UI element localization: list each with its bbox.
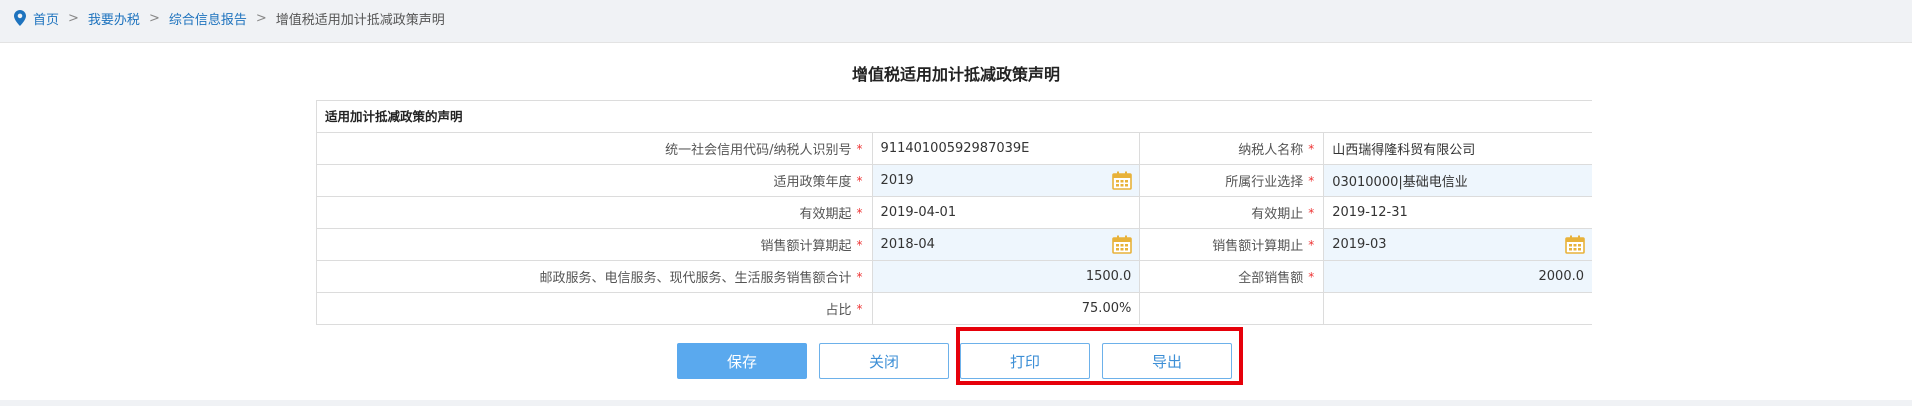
form-row: 占比 * 75.00% [317, 293, 1592, 325]
breadcrumb-tax-link[interactable]: 我要办税 [88, 9, 140, 28]
credit-code-label: 统一社会信用代码/纳税人识别号 [665, 143, 852, 158]
required-mark: * [1308, 141, 1315, 156]
field-label: 纳税人名称 * [1140, 133, 1325, 164]
field-label: 销售额计算期止 * [1140, 229, 1325, 260]
required-mark: * [856, 237, 863, 252]
calendar-icon[interactable] [1112, 171, 1133, 190]
save-button[interactable]: 保存 [677, 343, 807, 379]
highlight-box [956, 327, 1243, 385]
industry-select[interactable]: 03010000|基础电信业 [1324, 165, 1592, 196]
service-sales-total-value: 1500.0 [1085, 269, 1132, 284]
breadcrumb-home-link[interactable]: 首页 [33, 9, 59, 28]
service-sales-total-input[interactable]: 1500.0 [872, 261, 1141, 292]
sales-period-end-label: 销售额计算期止 [1212, 239, 1304, 254]
required-mark: * [1308, 173, 1315, 188]
form-row: 销售额计算期起 * 2018-04 销售额计算期止 * 2019-03 [317, 229, 1592, 261]
form-row: 有效期起 * 2019-04-01 有效期止 * 2019-12-31 [317, 197, 1592, 229]
ratio-field: 75.00% [873, 293, 1141, 324]
valid-to-label: 有效期止 [1251, 207, 1304, 222]
breadcrumb-separator: > [255, 10, 267, 26]
total-sales-label: 全部销售额 [1238, 271, 1304, 286]
valid-to-value: 2019-12-31 [1332, 205, 1408, 220]
ratio-label: 占比 [825, 303, 852, 318]
service-sales-total-label: 邮政服务、电信服务、现代服务、生活服务销售额合计 [539, 271, 852, 286]
form-row: 邮政服务、电信服务、现代服务、生活服务销售额合计 * 1500.0 全部销售额 … [317, 261, 1592, 293]
declaration-form: 适用加计抵减政策的声明 统一社会信用代码/纳税人识别号 * 9114010059… [316, 100, 1592, 325]
required-mark: * [856, 141, 863, 156]
total-sales-value: 2000.0 [1538, 269, 1585, 284]
location-pin-icon [14, 10, 26, 26]
page-title: 增值税适用加计抵减政策声明 [851, 65, 1060, 84]
field-label: 有效期止 * [1140, 197, 1325, 228]
total-sales-input[interactable]: 2000.0 [1324, 261, 1592, 292]
form-row: 适用政策年度 * 2019 所属行业选择 * 03010000|基础电信业 [317, 165, 1592, 197]
field-label: 占比 * [317, 293, 873, 324]
sales-period-end-value: 2019-03 [1332, 237, 1387, 252]
valid-from-field: 2019-04-01 [873, 197, 1141, 228]
close-button[interactable]: 关闭 [819, 343, 949, 379]
valid-from-value: 2019-04-01 [880, 205, 957, 220]
required-mark: * [856, 205, 863, 220]
field-label: 全部销售额 * [1140, 261, 1325, 292]
sales-period-start-label: 销售额计算期起 [760, 239, 852, 254]
taxpayer-name-label: 纳税人名称 [1238, 143, 1304, 158]
required-mark: * [856, 173, 863, 188]
empty-cell [1324, 293, 1592, 324]
industry-label: 所属行业选择 [1225, 175, 1304, 190]
required-mark: * [1308, 237, 1315, 252]
breadcrumb-report-link[interactable]: 综合信息报告 [169, 9, 247, 28]
valid-from-label: 有效期起 [799, 207, 852, 222]
policy-year-input[interactable]: 2019 [872, 165, 1141, 196]
sales-period-start-input[interactable]: 2018-04 [872, 229, 1141, 260]
calendar-icon[interactable] [1112, 235, 1133, 254]
required-mark: * [856, 269, 863, 284]
policy-year-value: 2019 [880, 173, 914, 188]
breadcrumb-current: 增值税适用加计抵减政策声明 [275, 12, 445, 28]
industry-value: 03010000|基础电信业 [1332, 175, 1468, 190]
field-label: 适用政策年度 * [317, 165, 873, 196]
form-section-title: 适用加计抵减政策的声明 [317, 101, 1592, 133]
field-label: 有效期起 * [317, 197, 873, 228]
breadcrumb-separator: > [148, 10, 160, 26]
main-panel: 增值税适用加计抵减政策声明 适用加计抵减政策的声明 统一社会信用代码/纳税人识别… [0, 42, 1912, 400]
field-label: 统一社会信用代码/纳税人识别号 * [317, 133, 873, 164]
breadcrumb: 首页 > 我要办税 > 综合信息报告 > 增值税适用加计抵减政策声明 [0, 0, 1912, 36]
field-label: 所属行业选择 * [1140, 165, 1325, 196]
taxpayer-name-field: 山西瑞得隆科贸有限公司 [1324, 133, 1592, 164]
credit-code-value: 91140100592987039E [880, 141, 1030, 156]
required-mark: * [1308, 269, 1315, 284]
empty-cell [1140, 293, 1325, 324]
sales-period-end-input[interactable]: 2019-03 [1324, 229, 1592, 260]
credit-code-field: 91140100592987039E [873, 133, 1141, 164]
taxpayer-name-value: 山西瑞得隆科贸有限公司 [1332, 143, 1476, 158]
required-mark: * [1308, 205, 1315, 220]
sales-period-start-value: 2018-04 [880, 237, 935, 252]
form-row: 统一社会信用代码/纳税人识别号 * 91140100592987039E 纳税人… [317, 133, 1592, 165]
field-label: 销售额计算期起 * [317, 229, 873, 260]
required-mark: * [856, 301, 863, 316]
policy-year-label: 适用政策年度 [773, 175, 852, 190]
field-label: 邮政服务、电信服务、现代服务、生活服务销售额合计 * [317, 261, 873, 292]
breadcrumb-separator: > [68, 10, 79, 26]
ratio-value: 75.00% [1081, 301, 1132, 316]
valid-to-field: 2019-12-31 [1324, 197, 1592, 228]
calendar-icon[interactable] [1565, 235, 1585, 254]
